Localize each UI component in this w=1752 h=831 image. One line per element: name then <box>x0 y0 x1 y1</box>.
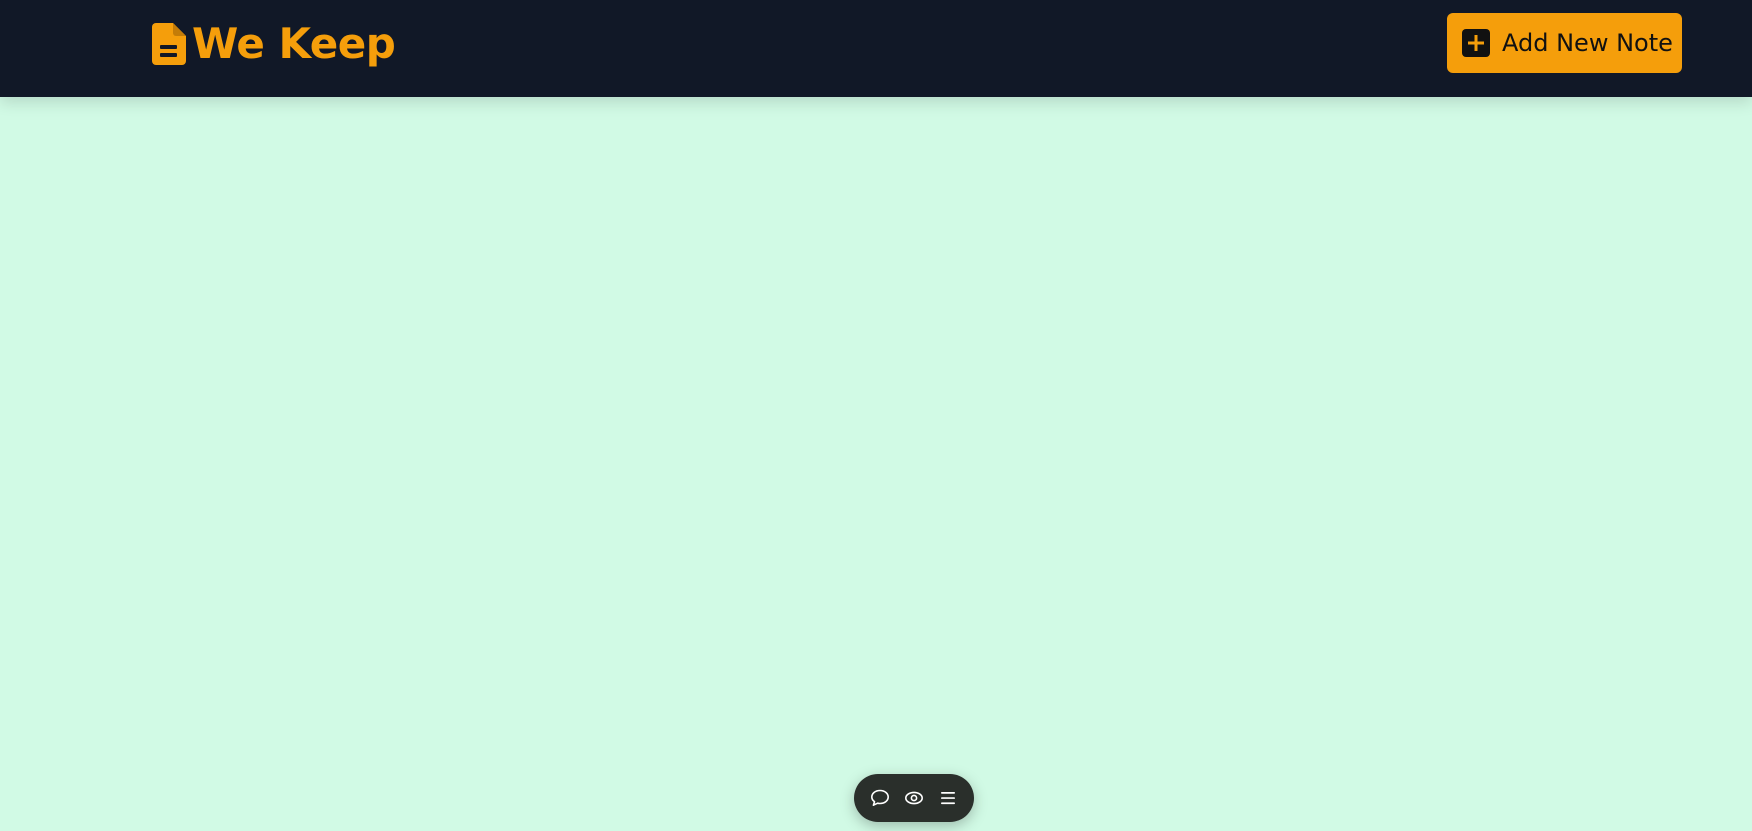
eye-icon <box>904 788 924 808</box>
comment-button[interactable] <box>866 784 894 812</box>
comment-icon <box>870 788 890 808</box>
brand-name: We Keep <box>192 19 396 68</box>
brand-logo[interactable]: We Keep <box>152 18 396 70</box>
menu-button[interactable] <box>934 784 962 812</box>
file-lines-icon <box>152 23 186 65</box>
square-plus-icon <box>1462 29 1490 57</box>
top-navbar: We Keep Add New Note <box>0 0 1752 97</box>
preview-button[interactable] <box>900 784 928 812</box>
floating-toolbar <box>854 774 974 822</box>
add-new-note-label: Add New Note <box>1502 29 1673 57</box>
menu-icon <box>938 788 958 808</box>
add-new-note-button[interactable]: Add New Note <box>1447 13 1682 73</box>
notes-area <box>0 97 1752 831</box>
